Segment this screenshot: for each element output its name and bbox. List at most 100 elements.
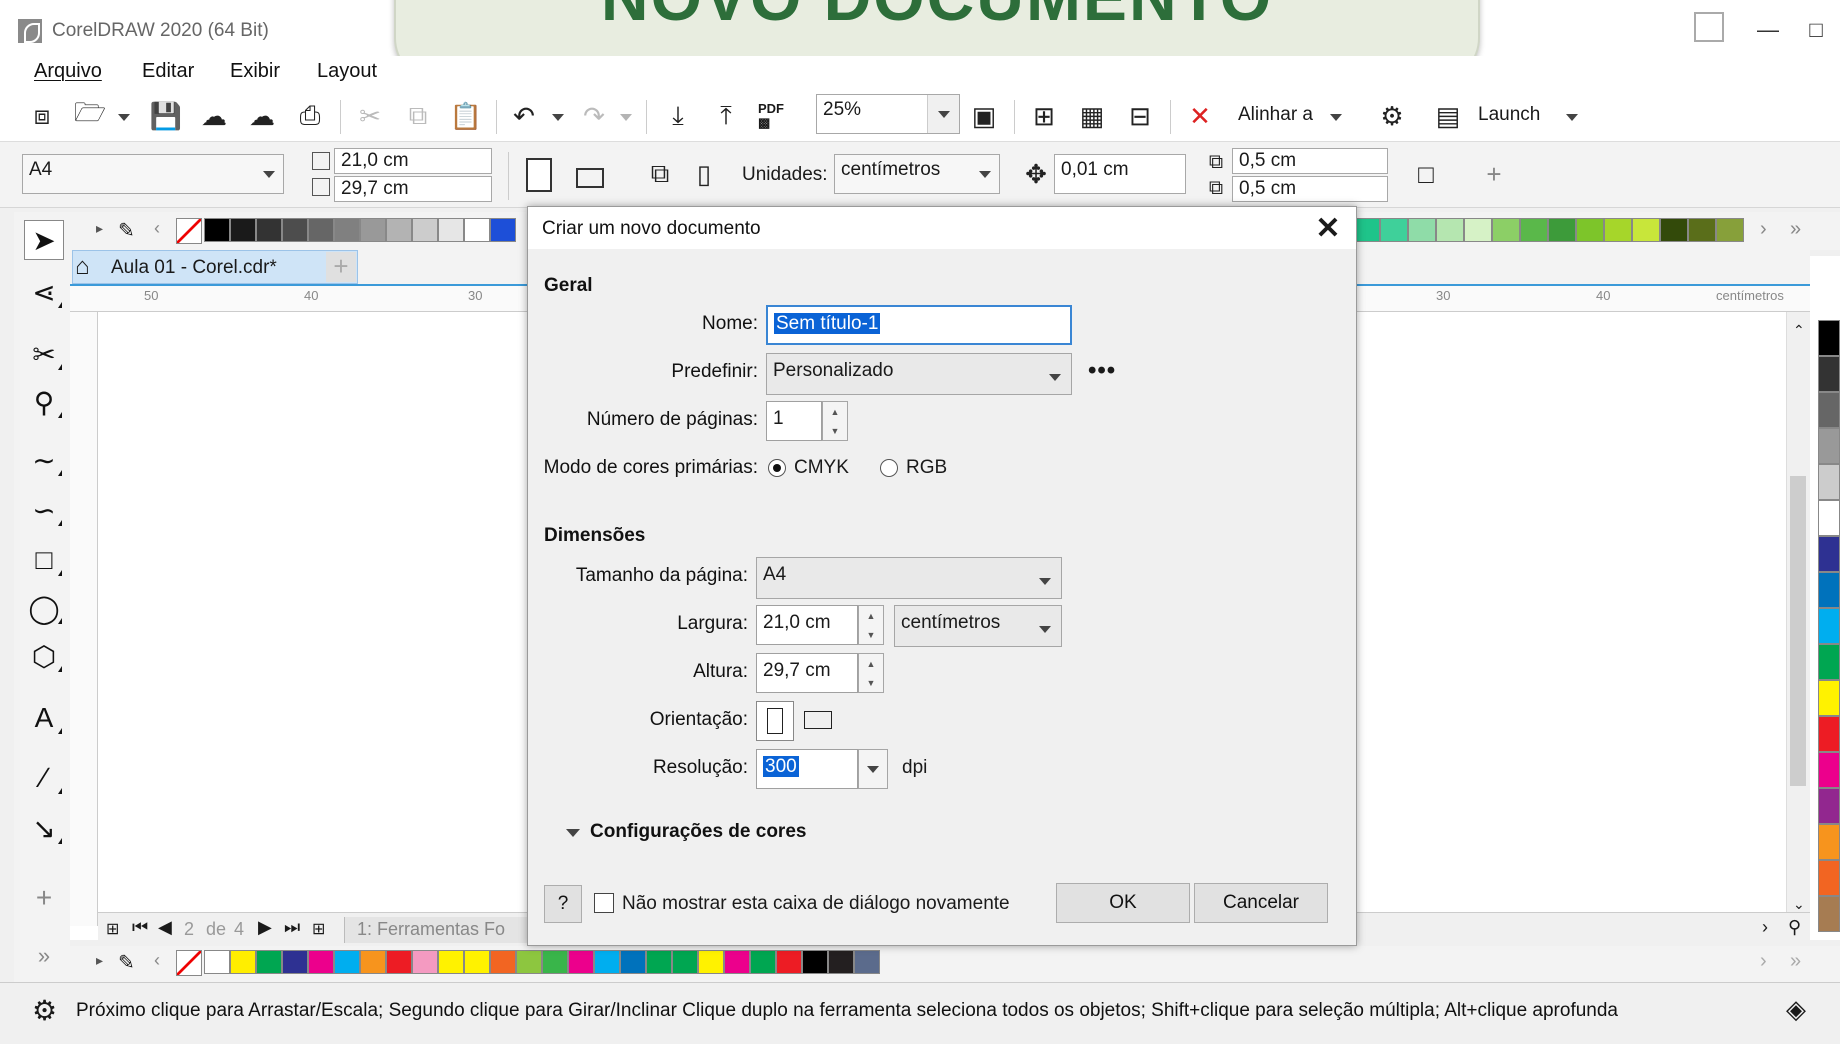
menu-arquivo[interactable]: Arquivo: [34, 60, 102, 83]
color-swatch[interactable]: [646, 950, 672, 974]
page-width-field[interactable]: 21,0 cm: [334, 148, 492, 174]
cut-icon[interactable]: ✂: [354, 100, 386, 132]
document-tab[interactable]: ⌂ Aula 01 - Corel.cdr*: [72, 250, 358, 284]
menu-editar[interactable]: Editar: [142, 60, 194, 83]
color-swatch[interactable]: [412, 950, 438, 974]
vertical-scroll-thumb[interactable]: [1790, 476, 1806, 786]
color-swatch[interactable]: [1408, 218, 1436, 242]
no-color-swatch[interactable]: [176, 950, 202, 976]
page-size-combo[interactable]: A4: [22, 154, 284, 194]
nudge-distance-field[interactable]: 0,01 cm: [1054, 154, 1186, 194]
color-swatch[interactable]: [1818, 896, 1840, 932]
color-swatch[interactable]: [1818, 680, 1840, 716]
color-swatch[interactable]: [568, 950, 594, 974]
color-swatch[interactable]: [776, 950, 802, 974]
color-swatch[interactable]: [1464, 218, 1492, 242]
color-swatch[interactable]: [802, 950, 828, 974]
current-page-icon[interactable]: ▯: [688, 158, 720, 190]
eyedropper-icon[interactable]: ✎: [118, 218, 135, 243]
first-page-icon[interactable]: ⏮: [132, 917, 148, 938]
color-swatch[interactable]: [230, 950, 256, 974]
palette-scroll-right-icon[interactable]: ▸: [96, 220, 103, 237]
redo-icon[interactable]: ↷: [578, 100, 610, 132]
color-swatch[interactable]: [1492, 218, 1520, 242]
color-swatch[interactable]: [1818, 428, 1840, 464]
color-swatch[interactable]: [1818, 824, 1840, 860]
paste-icon[interactable]: 📋: [450, 100, 482, 132]
menu-exibir[interactable]: Exibir: [230, 60, 280, 83]
width-input[interactable]: 21,0 cm: [756, 605, 858, 645]
open-dropdown-icon[interactable]: [118, 114, 130, 121]
color-swatch[interactable]: [308, 950, 334, 974]
shape-tool-icon[interactable]: ⋖: [24, 272, 64, 312]
palette-back-icon[interactable]: ‹: [154, 218, 160, 239]
ellipse-tool-icon[interactable]: ◯: [24, 588, 64, 628]
color-swatch[interactable]: [334, 218, 360, 242]
all-pages-icon[interactable]: ⧉: [644, 158, 676, 190]
maximize-icon[interactable]: □: [1796, 12, 1836, 48]
toolbox-expand-icon[interactable]: »: [24, 936, 64, 976]
eyedropper-icon[interactable]: ✎: [118, 950, 135, 975]
color-swatch[interactable]: [1818, 752, 1840, 788]
fill-indicator-icon[interactable]: ◈: [1786, 994, 1806, 1025]
color-swatch[interactable]: [360, 950, 386, 974]
rulers-icon[interactable]: ⊞: [1028, 100, 1060, 132]
user-account-icon[interactable]: [1694, 12, 1724, 42]
scroll-up-icon[interactable]: ⌃: [1793, 322, 1805, 339]
polygon-tool-icon[interactable]: ⬡: [24, 636, 64, 676]
print-icon[interactable]: ⎙: [294, 100, 326, 132]
color-swatch[interactable]: [1818, 536, 1840, 572]
copy-icon[interactable]: ⧉: [402, 100, 434, 132]
zoom-to-page-icon[interactable]: ▣: [968, 100, 1000, 132]
color-swatch[interactable]: [464, 218, 490, 242]
color-swatch[interactable]: [282, 218, 308, 242]
palette-forward-icon[interactable]: ›: [1760, 950, 1767, 973]
color-swatch[interactable]: [854, 950, 880, 974]
color-swatch[interactable]: [1818, 500, 1840, 536]
pages-input[interactable]: 1: [766, 401, 822, 441]
dont-show-checkbox[interactable]: [594, 893, 614, 913]
add-tool-icon[interactable]: +: [24, 878, 64, 918]
color-swatch[interactable]: [230, 218, 256, 242]
color-swatch[interactable]: [1818, 464, 1840, 500]
color-swatch[interactable]: [282, 950, 308, 974]
zoom-dropdown-button[interactable]: [927, 95, 959, 133]
snap-off-icon[interactable]: ✕: [1184, 100, 1216, 132]
more-options-icon[interactable]: •••: [1088, 357, 1116, 385]
pages-spinner[interactable]: ▲ ▼: [822, 401, 848, 441]
color-swatch[interactable]: [1818, 572, 1840, 608]
next-page-icon[interactable]: ▶: [258, 917, 272, 938]
launch-icon[interactable]: ▤: [1432, 100, 1464, 132]
menu-layout[interactable]: Layout: [317, 60, 377, 83]
color-swatch[interactable]: [516, 950, 542, 974]
bezier-tool-icon[interactable]: ∽: [24, 490, 64, 530]
color-swatch[interactable]: [204, 950, 230, 974]
units-combo[interactable]: centímetros: [834, 154, 1000, 194]
rgb-radio[interactable]: [880, 459, 898, 477]
color-settings-title[interactable]: Configurações de cores: [590, 821, 806, 843]
page-height-field[interactable]: 29,7 cm: [334, 176, 492, 202]
help-button[interactable]: ?: [544, 885, 582, 923]
guidelines-icon[interactable]: ⊟: [1124, 100, 1156, 132]
settings-gear-icon[interactable]: ⚙: [1376, 100, 1408, 132]
add-page-before-icon[interactable]: ⊞: [106, 919, 119, 939]
color-swatch[interactable]: [386, 950, 412, 974]
color-swatch[interactable]: [750, 950, 776, 974]
palette-scroll-right-icon[interactable]: ▸: [96, 952, 103, 969]
color-swatch[interactable]: [1818, 860, 1840, 896]
close-icon[interactable]: ✕: [1308, 209, 1348, 247]
add-page-after-icon[interactable]: ⊞: [312, 919, 325, 939]
color-swatch[interactable]: [1548, 218, 1576, 242]
name-input[interactable]: Sem título-1: [766, 305, 1072, 345]
resolution-input[interactable]: 300: [756, 749, 858, 789]
no-color-swatch[interactable]: [176, 218, 202, 244]
color-swatch[interactable]: [724, 950, 750, 974]
publish-pdf-icon[interactable]: PDF ▩: [758, 102, 784, 130]
new-document-icon[interactable]: ⧈: [26, 100, 58, 132]
launch-dropdown-icon[interactable]: [1566, 114, 1578, 121]
align-to-button[interactable]: Alinhar a: [1238, 104, 1313, 126]
color-swatch[interactable]: [334, 950, 360, 974]
color-swatch[interactable]: [490, 950, 516, 974]
new-tab-plus-icon[interactable]: +: [326, 252, 356, 282]
previous-page-icon[interactable]: ◀: [158, 917, 172, 938]
